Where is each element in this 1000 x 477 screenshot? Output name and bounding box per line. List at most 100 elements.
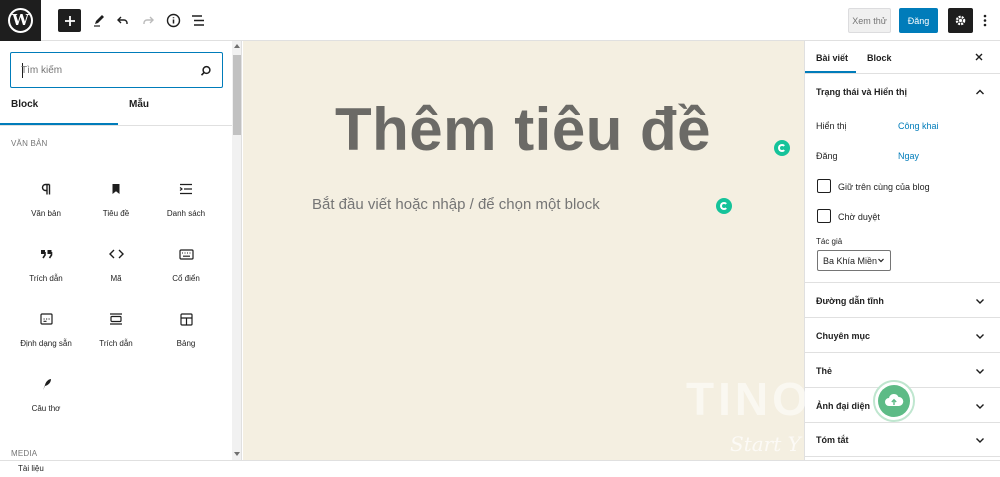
publish-button[interactable]: Đăng — [899, 8, 938, 33]
chevron-down-icon[interactable] — [975, 435, 985, 445]
author-label: Tác giả — [816, 237, 843, 246]
tab-post[interactable]: Bài viết — [816, 53, 848, 63]
author-select-value: Ba Khía Miền — [823, 255, 878, 266]
pullquote-icon — [106, 309, 126, 329]
cloud-upload-icon — [878, 385, 910, 417]
list-view-button[interactable] — [186, 8, 210, 32]
tab-blocks[interactable]: Block — [11, 99, 38, 125]
settings-button[interactable] — [948, 8, 973, 33]
preformatted-icon — [36, 309, 56, 329]
wordpress-logo[interactable]: W — [0, 0, 41, 41]
block-item-pullquote[interactable]: Trích dẫn — [81, 305, 151, 365]
block-item-label: Tiêu đề — [102, 209, 130, 218]
block-item-label: Văn bản — [31, 209, 61, 218]
author-select[interactable]: Ba Khía Miền — [817, 250, 891, 271]
chevron-up-icon[interactable] — [975, 87, 985, 97]
panel-divider — [805, 317, 1000, 318]
panel-divider — [805, 282, 1000, 283]
details-button[interactable] — [161, 8, 185, 32]
scrollbar-thumb[interactable] — [233, 55, 241, 135]
panel-divider — [805, 456, 1000, 457]
editor-canvas[interactable]: Thêm tiêu đề Bắt đầu viết hoặc nhập / để… — [243, 41, 804, 460]
panel-divider — [805, 422, 1000, 423]
list-view-icon — [191, 14, 204, 26]
undo-icon — [117, 16, 128, 24]
block-item-label: Trích dẫn — [99, 339, 133, 348]
code-icon — [106, 244, 126, 264]
plus-icon — [64, 15, 75, 26]
block-item-preformatted[interactable]: Định dạng sẵn — [11, 305, 81, 365]
grammarly-icon[interactable] — [774, 140, 790, 156]
block-item-quote[interactable]: Trích dẫn — [11, 240, 81, 300]
block-item-list[interactable]: Danh sách — [151, 175, 221, 235]
undo-button[interactable] — [111, 8, 135, 32]
scroll-up-arrow-icon[interactable] — [234, 44, 240, 48]
gear-icon — [955, 15, 966, 26]
featured-image-panel-title[interactable]: Ảnh đại diện — [816, 401, 870, 411]
breadcrumb-document[interactable]: Tài liệu — [18, 464, 44, 473]
sticky-checkbox-label[interactable]: Giữ trên cùng của blog — [838, 182, 930, 192]
tools-button[interactable] — [87, 8, 111, 32]
visibility-toggle[interactable]: Công khai — [898, 121, 939, 131]
post-title-input[interactable]: Thêm tiêu đề — [335, 95, 711, 164]
post-body-placeholder[interactable]: Bắt đầu viết hoặc nhập / để chọn một blo… — [312, 196, 600, 213]
block-item-label: Định dạng sẵn — [20, 339, 72, 348]
block-item-code[interactable]: Mã — [81, 240, 151, 300]
excerpt-panel-title[interactable]: Tóm tắt — [816, 435, 849, 445]
block-item-classic[interactable]: Cổ điển — [151, 240, 221, 300]
bookmark-icon — [106, 179, 126, 199]
chevron-down-icon[interactable] — [975, 366, 985, 376]
tab-patterns[interactable]: Mẫu — [129, 99, 149, 125]
cloud-upload-badge — [873, 380, 915, 422]
grammarly-icon[interactable] — [716, 198, 732, 214]
chevron-down-icon[interactable] — [975, 331, 985, 341]
block-item-table[interactable]: Bảng — [151, 305, 221, 365]
info-icon — [166, 13, 180, 27]
block-item-heading[interactable]: Tiêu đề — [81, 175, 151, 235]
keyboard-icon — [176, 244, 196, 264]
sticky-checkbox[interactable] — [817, 179, 831, 193]
redo-button[interactable] — [136, 8, 160, 32]
block-item-label: Danh sách — [166, 209, 206, 218]
category-media-label: MEDIA — [11, 449, 38, 458]
block-item-label: Mã — [110, 274, 122, 283]
wordpress-w-icon: W — [8, 7, 33, 33]
table-icon — [176, 309, 196, 329]
close-sidebar-button[interactable] — [972, 50, 986, 64]
block-editor: W Xem thử Đăng Tìm kiếm Block Mẫu VĂN BẢ… — [0, 0, 1000, 477]
quote-icon — [36, 244, 56, 264]
permalink-panel-title[interactable]: Đường dẫn tĩnh — [816, 296, 884, 306]
pending-review-checkbox[interactable] — [817, 209, 831, 223]
paragraph-icon — [36, 179, 56, 199]
tab-divider — [0, 125, 232, 126]
chevron-down-icon — [878, 258, 884, 263]
scroll-down-arrow-icon[interactable] — [234, 452, 240, 456]
block-search[interactable] — [10, 52, 223, 88]
block-item-verse[interactable]: Câu thơ — [11, 370, 81, 430]
block-item-label: Câu thơ — [31, 404, 61, 413]
more-options-button[interactable] — [978, 9, 992, 32]
publish-date-label: Đăng — [816, 151, 838, 161]
panel-divider — [805, 352, 1000, 353]
add-block-button[interactable] — [58, 9, 81, 32]
block-item-paragraph[interactable]: Văn bản — [11, 175, 81, 235]
block-search-input[interactable] — [21, 61, 191, 79]
tags-panel-title[interactable]: Thẻ — [816, 366, 832, 376]
categories-panel-title[interactable]: Chuyên mục — [816, 331, 870, 341]
chevron-down-icon[interactable] — [975, 296, 985, 306]
block-breadcrumb-bar: Tài liệu — [0, 460, 1000, 477]
publish-date-toggle[interactable]: Ngay — [898, 151, 919, 161]
block-inserter-panel: Block Mẫu VĂN BẢN Văn bản Tiêu đề Danh s… — [0, 41, 242, 460]
pending-review-checkbox-label[interactable]: Chờ duyệt — [838, 212, 880, 222]
chevron-down-icon[interactable] — [975, 401, 985, 411]
close-icon — [975, 53, 983, 61]
status-visibility-panel-title[interactable]: Trạng thái và Hiển thị — [816, 87, 907, 97]
block-item-label: Cổ điển — [172, 274, 200, 283]
preview-button[interactable]: Xem thử — [848, 8, 891, 33]
tab-block[interactable]: Block — [867, 53, 892, 63]
redo-icon — [143, 16, 154, 24]
block-item-label: Bảng — [176, 339, 196, 348]
search-icon — [200, 64, 212, 82]
pencil-icon — [94, 15, 104, 27]
inserter-scrollbar[interactable] — [232, 41, 241, 460]
